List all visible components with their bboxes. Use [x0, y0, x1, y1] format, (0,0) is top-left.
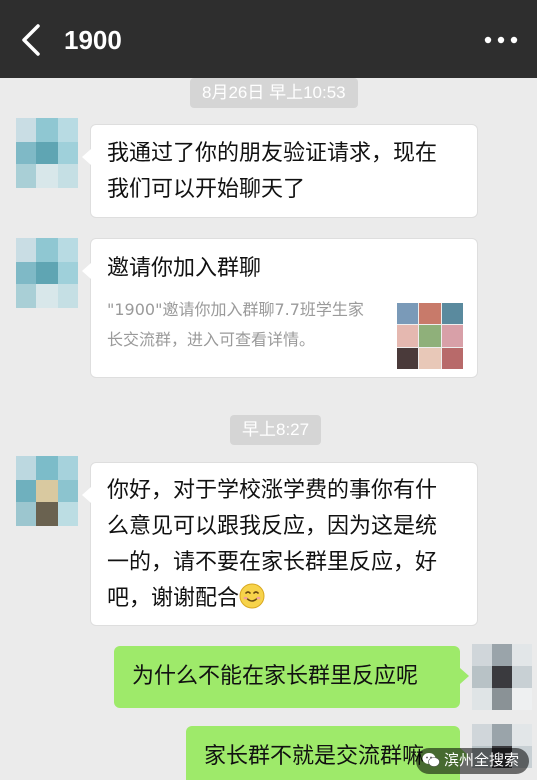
timestamp: 早上8:27: [230, 415, 322, 445]
message-text: 为什么不能在家长群里反应呢: [132, 664, 419, 689]
message-line: 么意见可以跟我反应，因为这是统: [107, 514, 438, 539]
invite-description: "1900"邀请你加入群聊7.7班学生家 长交流群，进入可查看详情。: [107, 295, 377, 355]
group-avatar-grid: [397, 303, 463, 369]
message-line: 我通过了你的朋友验证请求，现在: [107, 141, 438, 166]
chevron-left-icon[interactable]: [18, 22, 48, 58]
incoming-message-bubble[interactable]: 你好，对于学校涨学费的事你有什 么意见可以跟我反应，因为这是统 一的，请不要在家…: [82, 462, 478, 626]
contact-avatar[interactable]: [16, 238, 78, 308]
more-dots-icon[interactable]: [483, 28, 519, 52]
watermark: 滨州全搜索: [415, 748, 529, 774]
chat-header: 1900: [0, 0, 537, 78]
outgoing-message-bubble[interactable]: 为什么不能在家长群里反应呢: [114, 646, 469, 708]
user-avatar[interactable]: [472, 644, 532, 710]
chat-title: 1900: [64, 25, 122, 55]
invite-title: 邀请你加入群聊: [107, 256, 262, 281]
watermark-text: 滨州全搜索: [443, 752, 519, 769]
timestamp: 8月26日 早上10:53: [190, 78, 358, 108]
incoming-message-bubble[interactable]: 我通过了你的朋友验证请求，现在 我们可以开始聊天了: [82, 124, 478, 218]
wechat-icon: [422, 753, 440, 767]
smiling-emoji-icon: [239, 583, 265, 609]
message-line: 一的，请不要在家长群里反应，好: [107, 550, 438, 575]
message-line: 我们可以开始聊天了: [107, 177, 306, 202]
message-line: 你好，对于学校涨学费的事你有什: [107, 478, 438, 503]
message-line: 吧，谢谢配合: [107, 586, 240, 611]
contact-avatar[interactable]: [16, 456, 78, 526]
message-text: 家长群不就是交流群嘛: [204, 744, 425, 769]
invite-description-line: "1900"邀请你加入群聊7.7班学生家: [107, 300, 364, 319]
invite-description-line: 长交流群，进入可查看详情。: [107, 330, 316, 349]
group-invite-card[interactable]: 邀请你加入群聊 "1900"邀请你加入群聊7.7班学生家 长交流群，进入可查看详…: [82, 238, 478, 378]
contact-avatar[interactable]: [16, 118, 78, 188]
